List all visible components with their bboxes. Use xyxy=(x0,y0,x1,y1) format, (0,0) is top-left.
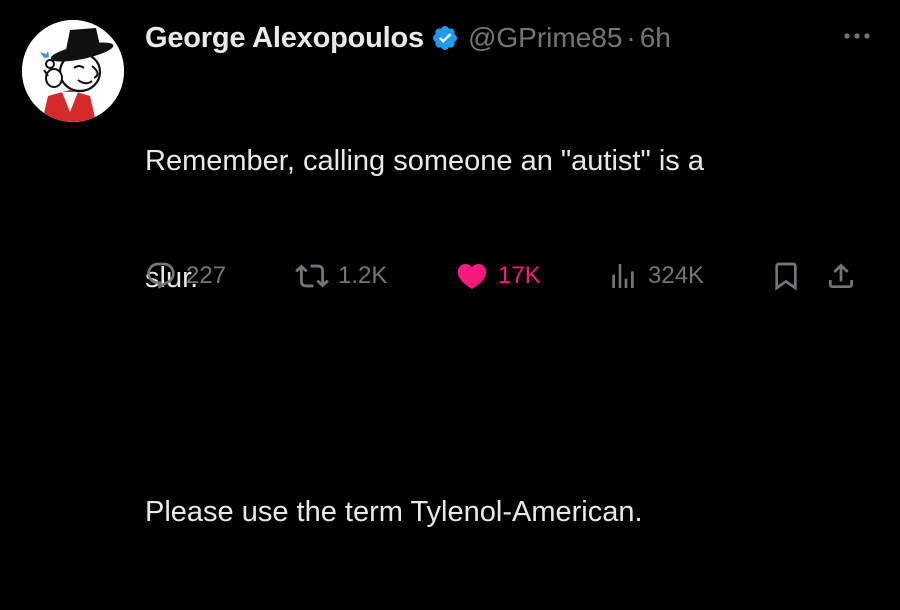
views-button[interactable]: 324K xyxy=(607,254,704,298)
verified-badge-icon[interactable] xyxy=(431,24,459,52)
views-bar-chart-icon xyxy=(612,264,634,288)
cartoon-man-with-wide-brim-hat-icon xyxy=(22,20,124,122)
retweet-button[interactable]: 1.2K xyxy=(295,254,387,298)
bookmark-button[interactable] xyxy=(770,254,802,298)
retweet-count: 1.2K xyxy=(338,262,388,289)
tweet-timestamp[interactable]: 6h xyxy=(640,22,671,54)
separator-dot: · xyxy=(626,22,636,53)
tweet-text-blank-line: ​ xyxy=(145,376,845,415)
like-button[interactable]: 17K xyxy=(455,254,541,298)
author-display-name[interactable]: George Alexopoulos xyxy=(145,22,424,55)
reply-count: 227 xyxy=(186,262,227,289)
author-handle[interactable]: @GPrime85 xyxy=(468,22,622,54)
avatar[interactable] xyxy=(22,20,124,122)
reply-button[interactable]: 227 xyxy=(145,254,226,298)
share-icon xyxy=(829,263,853,288)
bookmark-icon xyxy=(775,262,797,291)
more-horizontal-icon xyxy=(844,33,870,39)
tweet-text-line: Remember, calling someone an "autist" is… xyxy=(145,145,704,177)
reply-icon xyxy=(147,262,175,289)
more-options-button[interactable] xyxy=(842,26,872,46)
heart-filled-icon xyxy=(457,263,487,289)
share-button[interactable] xyxy=(825,254,857,298)
tweet-text-line: Please use the term Tylenol-American. xyxy=(145,496,643,528)
like-count: 17K xyxy=(498,262,541,289)
tweet-header: George Alexopoulos @GPrime85 · 6h xyxy=(145,18,671,58)
tweet-action-bar: 227 1.2K 17K 324K xyxy=(145,254,875,298)
tweet[interactable]: George Alexopoulos @GPrime85 · 6h Rememb… xyxy=(0,0,900,528)
retweet-icon xyxy=(295,264,329,288)
tweet-text: Remember, calling someone an "autist" is… xyxy=(145,64,845,610)
views-count: 324K xyxy=(648,262,705,289)
